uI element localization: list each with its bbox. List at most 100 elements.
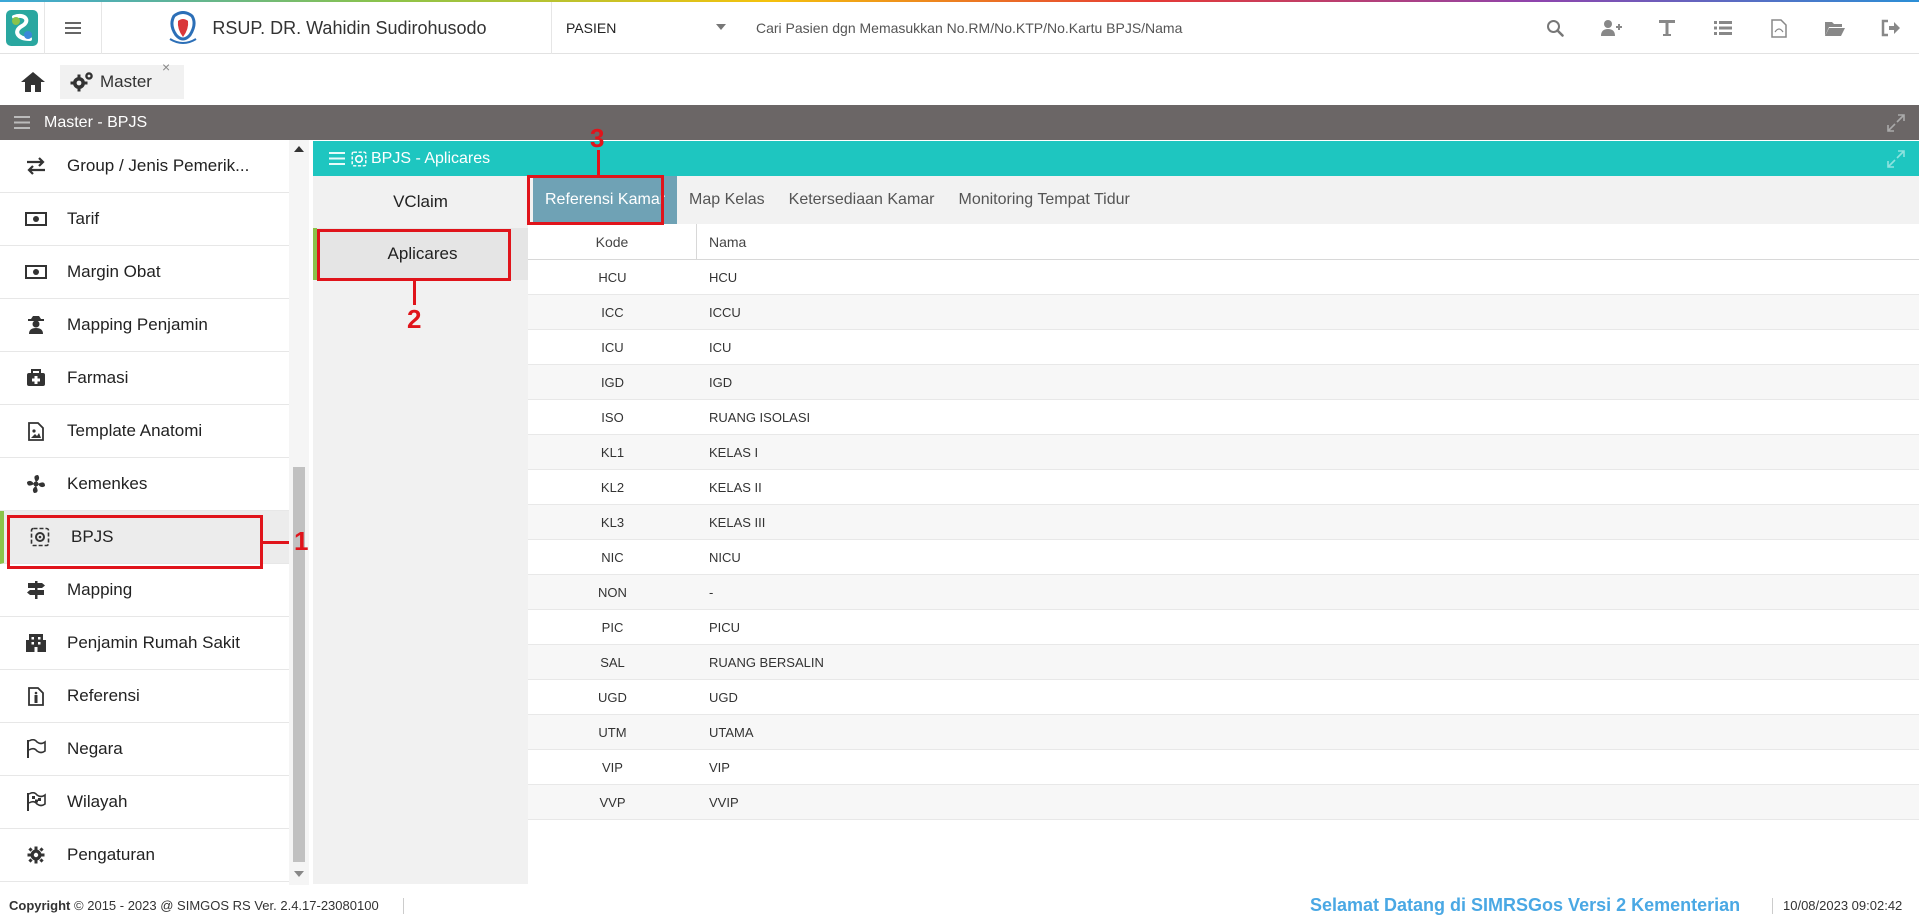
- list-icon[interactable]: [1695, 2, 1751, 54]
- cell-nama: KELAS II: [709, 479, 762, 495]
- table-row[interactable]: VIP VIP: [528, 750, 1919, 785]
- scroll-up-arrow-icon[interactable]: [294, 146, 304, 152]
- sidebar-item-label: Template Anatomi: [67, 421, 203, 440]
- sidebar-item-penjamin-rumah-sakit[interactable]: Penjamin Rumah Sakit: [0, 617, 289, 670]
- cell-kode: IGD: [600, 374, 625, 390]
- table-row[interactable]: UGD UGD: [528, 680, 1919, 715]
- sidebar-item-template-anatomi[interactable]: Template Anatomi: [0, 405, 289, 458]
- expand-icon[interactable]: [1887, 150, 1905, 168]
- table-row[interactable]: PIC PICU: [528, 610, 1919, 645]
- cell-nama: NICU: [709, 549, 741, 565]
- hospital-logo-icon: [169, 11, 197, 44]
- sidebar-item-referensi[interactable]: Referensi: [0, 670, 289, 723]
- sidebar-item-group-jenis-pemeriksaan[interactable]: Group / Jenis Pemerik...: [0, 140, 289, 193]
- hamburger-icon[interactable]: [329, 152, 345, 165]
- fan-icon: [24, 472, 48, 496]
- cell-nama: ICCU: [709, 304, 741, 320]
- building-icon: [24, 631, 48, 655]
- home-tab[interactable]: [10, 65, 56, 99]
- pdf-icon[interactable]: [1751, 2, 1807, 54]
- tab-map-kelas[interactable]: Map Kelas: [677, 176, 777, 224]
- cell-kode: ICC: [601, 304, 624, 320]
- sidebar-item-farmasi[interactable]: Farmasi: [0, 352, 289, 405]
- sidebar-item-mapping[interactable]: Mapping: [0, 564, 289, 617]
- hamburger-icon[interactable]: [14, 116, 30, 129]
- sidebar-item-margin-obat[interactable]: Margin Obat: [0, 246, 289, 299]
- copyright-text: Copyright © 2015 - 2023 @ SIMGOS RS Ver.…: [9, 898, 379, 913]
- document-icon: [24, 684, 48, 708]
- cell-nama: HCU: [709, 269, 738, 285]
- sidebar-item-label: Farmasi: [67, 368, 129, 387]
- medkit-icon: [24, 366, 48, 390]
- table-row[interactable]: IGD IGD: [528, 365, 1919, 400]
- cell-nama: -: [709, 584, 714, 600]
- app-logo-icon[interactable]: [0, 2, 44, 54]
- table-row[interactable]: ICC ICCU: [528, 295, 1919, 330]
- sidebar-item-negara[interactable]: Negara: [0, 723, 289, 776]
- logout-icon[interactable]: [1863, 2, 1919, 54]
- add-user-icon[interactable]: [1583, 2, 1639, 54]
- module-title: Master - BPJS: [44, 113, 148, 131]
- sidebar-item-pengaturan[interactable]: Pengaturan: [0, 829, 289, 882]
- annotation-box-1: [7, 515, 263, 569]
- text-icon[interactable]: [1639, 2, 1695, 54]
- money-icon: [24, 207, 48, 231]
- table-row[interactable]: UTM UTAMA: [528, 715, 1919, 750]
- table-row[interactable]: NIC NICU: [528, 540, 1919, 575]
- cell-kode: NON: [598, 584, 627, 600]
- table-row[interactable]: SAL RUANG BERSALIN: [528, 645, 1919, 680]
- sidebar-item-kemenkes[interactable]: Kemenkes: [0, 458, 289, 511]
- tab-vclaim[interactable]: VClaim: [313, 176, 528, 228]
- hamburger-icon: [65, 22, 81, 34]
- hospital-name: RSUP. DR. Wahidin Sudirohusodo: [212, 17, 487, 38]
- annotation-number-1: 1: [294, 526, 309, 556]
- sidebar-item-wilayah[interactable]: Wilayah: [0, 776, 289, 829]
- footer: Copyright © 2015 - 2023 @ SIMGOS RS Ver.…: [0, 890, 1919, 922]
- folder-open-icon[interactable]: [1807, 2, 1863, 54]
- tab-ketersediaan-kamar[interactable]: Ketersediaan Kamar: [777, 176, 947, 224]
- table-row[interactable]: ISO RUANG ISOLASI: [528, 400, 1919, 435]
- footer-divider: [1772, 898, 1773, 914]
- sidebar-item-label: Margin Obat: [67, 262, 161, 281]
- table-row[interactable]: NON -: [528, 575, 1919, 610]
- horizontal-tab-list: Referensi Kamar Map Kelas Ketersediaan K…: [528, 176, 1919, 224]
- table-row[interactable]: KL2 KELAS II: [528, 470, 1919, 505]
- cell-nama: ICU: [709, 339, 732, 355]
- home-icon: [21, 72, 45, 92]
- main-menu-button[interactable]: [44, 2, 102, 54]
- cell-kode: KL1: [600, 444, 625, 460]
- cell-nama: VIP: [709, 759, 730, 775]
- table-row[interactable]: KL3 KELAS III: [528, 505, 1919, 540]
- cell-nama: RUANG ISOLASI: [709, 409, 811, 425]
- sidebar-item-label: Group / Jenis Pemerik...: [67, 156, 250, 175]
- patient-search-input[interactable]: [740, 14, 1500, 42]
- table-row[interactable]: ICU ICU: [528, 330, 1919, 365]
- table-row[interactable]: KL1 KELAS I: [528, 435, 1919, 470]
- top-header: RSUP. DR. Wahidin Sudirohusodo PASIEN: [0, 2, 1919, 54]
- sidebar-scrollbar[interactable]: [289, 140, 309, 885]
- panel-title: BPJS - Aplicares: [351, 150, 490, 168]
- expand-icon[interactable]: [1887, 114, 1905, 132]
- cell-kode: SAL: [600, 654, 625, 670]
- sidebar-item-tarif[interactable]: Tarif: [0, 193, 289, 246]
- tab-bar: Master ×: [0, 55, 1919, 105]
- vertical-tab-list: VClaim Aplicares: [313, 176, 528, 884]
- column-header-nama[interactable]: Nama: [697, 224, 1919, 259]
- table-row[interactable]: VVP VVIP: [528, 785, 1919, 820]
- sidebar-item-label: Wilayah: [67, 792, 128, 811]
- sidebar: Group / Jenis Pemerik... Tarif Margin Ob…: [0, 140, 289, 885]
- scroll-down-arrow-icon[interactable]: [294, 871, 304, 877]
- table-row[interactable]: HCU HCU: [528, 260, 1919, 295]
- column-header-kode[interactable]: Kode: [528, 224, 697, 259]
- footer-datetime: 10/08/2023 09:02:42: [1783, 898, 1903, 913]
- sidebar-item-label: Pengaturan: [67, 845, 155, 864]
- annotation-line-2: [413, 281, 416, 305]
- tab-monitoring-tempat-tidur[interactable]: Monitoring Tempat Tidur: [947, 176, 1142, 224]
- search-icon[interactable]: [1527, 2, 1583, 54]
- cell-kode: ICU: [601, 339, 624, 355]
- cell-nama: KELAS I: [709, 444, 759, 460]
- patient-type-select[interactable]: PASIEN: [552, 2, 736, 54]
- checkered-flag-icon: [24, 790, 48, 814]
- sidebar-item-mapping-penjamin[interactable]: Mapping Penjamin: [0, 299, 289, 352]
- close-icon[interactable]: ×: [162, 59, 170, 75]
